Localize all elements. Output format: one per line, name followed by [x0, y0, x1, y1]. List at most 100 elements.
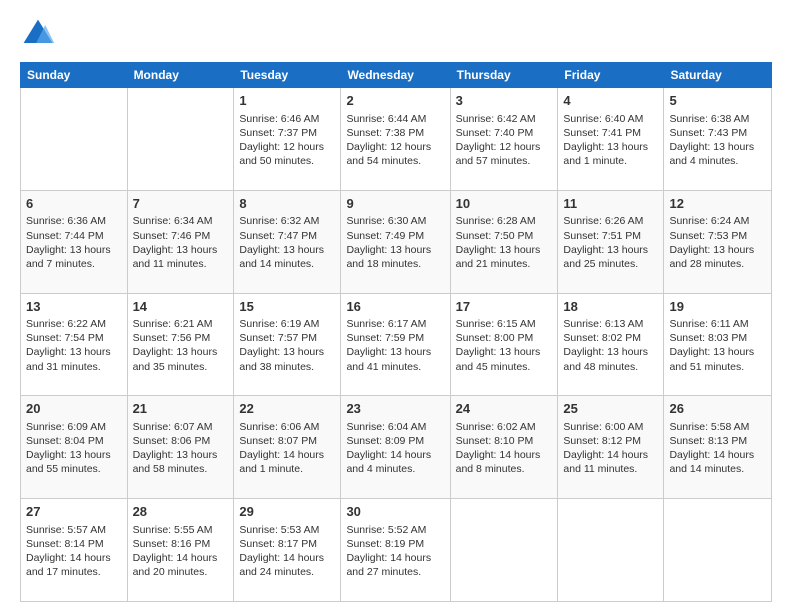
day-detail: Sunset: 7:41 PM: [563, 126, 658, 140]
calendar-cell: 23Sunrise: 6:04 AMSunset: 8:09 PMDayligh…: [341, 396, 450, 499]
day-detail: Sunrise: 5:52 AM: [346, 523, 444, 537]
day-detail: Sunset: 8:16 PM: [133, 537, 229, 551]
calendar-cell: 1Sunrise: 6:46 AMSunset: 7:37 PMDaylight…: [234, 88, 341, 191]
day-detail: Sunrise: 6:30 AM: [346, 214, 444, 228]
day-number: 19: [669, 298, 766, 316]
day-detail: Sunset: 7:40 PM: [456, 126, 553, 140]
day-detail: Sunrise: 6:06 AM: [239, 420, 335, 434]
day-number: 15: [239, 298, 335, 316]
day-detail: Sunrise: 6:32 AM: [239, 214, 335, 228]
day-number: 22: [239, 400, 335, 418]
day-detail: and 51 minutes.: [669, 360, 766, 374]
calendar-cell: 6Sunrise: 6:36 AMSunset: 7:44 PMDaylight…: [21, 190, 128, 293]
day-detail: and 41 minutes.: [346, 360, 444, 374]
day-detail: Daylight: 12 hours: [239, 140, 335, 154]
day-detail: Daylight: 13 hours: [26, 243, 122, 257]
day-detail: Sunrise: 6:02 AM: [456, 420, 553, 434]
calendar-body: 1Sunrise: 6:46 AMSunset: 7:37 PMDaylight…: [21, 88, 772, 602]
day-detail: Sunrise: 6:26 AM: [563, 214, 658, 228]
day-detail: and 4 minutes.: [346, 462, 444, 476]
calendar-cell: 11Sunrise: 6:26 AMSunset: 7:51 PMDayligh…: [558, 190, 664, 293]
day-detail: Sunrise: 6:42 AM: [456, 112, 553, 126]
day-number: 26: [669, 400, 766, 418]
calendar-cell: 13Sunrise: 6:22 AMSunset: 7:54 PMDayligh…: [21, 293, 128, 396]
day-number: 14: [133, 298, 229, 316]
calendar-cell: 15Sunrise: 6:19 AMSunset: 7:57 PMDayligh…: [234, 293, 341, 396]
day-detail: and 17 minutes.: [26, 565, 122, 579]
day-detail: and 57 minutes.: [456, 154, 553, 168]
day-detail: and 48 minutes.: [563, 360, 658, 374]
day-detail: and 45 minutes.: [456, 360, 553, 374]
header-row: SundayMondayTuesdayWednesdayThursdayFrid…: [21, 63, 772, 88]
calendar-cell: 16Sunrise: 6:17 AMSunset: 7:59 PMDayligh…: [341, 293, 450, 396]
day-detail: and 4 minutes.: [669, 154, 766, 168]
day-detail: Sunset: 8:03 PM: [669, 331, 766, 345]
calendar-cell: [127, 88, 234, 191]
day-detail: Daylight: 13 hours: [133, 448, 229, 462]
calendar-cell: 4Sunrise: 6:40 AMSunset: 7:41 PMDaylight…: [558, 88, 664, 191]
day-number: 8: [239, 195, 335, 213]
day-detail: Sunset: 7:47 PM: [239, 229, 335, 243]
day-number: 2: [346, 92, 444, 110]
day-number: 9: [346, 195, 444, 213]
calendar-cell: 21Sunrise: 6:07 AMSunset: 8:06 PMDayligh…: [127, 396, 234, 499]
day-number: 29: [239, 503, 335, 521]
day-detail: and 20 minutes.: [133, 565, 229, 579]
day-number: 28: [133, 503, 229, 521]
day-detail: Sunrise: 6:44 AM: [346, 112, 444, 126]
day-detail: Sunset: 7:46 PM: [133, 229, 229, 243]
day-detail: and 24 minutes.: [239, 565, 335, 579]
calendar-week-row: 13Sunrise: 6:22 AMSunset: 7:54 PMDayligh…: [21, 293, 772, 396]
day-detail: Sunset: 7:44 PM: [26, 229, 122, 243]
day-detail: Sunset: 8:10 PM: [456, 434, 553, 448]
day-detail: Sunrise: 6:15 AM: [456, 317, 553, 331]
day-detail: and 1 minute.: [239, 462, 335, 476]
day-number: 13: [26, 298, 122, 316]
day-detail: Daylight: 14 hours: [669, 448, 766, 462]
day-detail: Sunset: 8:06 PM: [133, 434, 229, 448]
calendar-cell: 7Sunrise: 6:34 AMSunset: 7:46 PMDaylight…: [127, 190, 234, 293]
weekday-header: Sunday: [21, 63, 128, 88]
day-number: 23: [346, 400, 444, 418]
day-number: 3: [456, 92, 553, 110]
calendar-cell: 2Sunrise: 6:44 AMSunset: 7:38 PMDaylight…: [341, 88, 450, 191]
day-detail: Daylight: 12 hours: [456, 140, 553, 154]
weekday-header: Saturday: [664, 63, 772, 88]
day-detail: Daylight: 13 hours: [563, 345, 658, 359]
day-detail: Daylight: 14 hours: [239, 551, 335, 565]
day-detail: Daylight: 14 hours: [563, 448, 658, 462]
day-detail: Daylight: 14 hours: [346, 448, 444, 462]
day-detail: Sunrise: 6:22 AM: [26, 317, 122, 331]
day-detail: and 18 minutes.: [346, 257, 444, 271]
weekday-header: Wednesday: [341, 63, 450, 88]
day-detail: Daylight: 12 hours: [346, 140, 444, 154]
calendar-cell: [558, 499, 664, 602]
day-detail: Sunset: 8:07 PM: [239, 434, 335, 448]
day-detail: and 31 minutes.: [26, 360, 122, 374]
day-detail: Sunrise: 6:38 AM: [669, 112, 766, 126]
day-detail: Sunrise: 6:40 AM: [563, 112, 658, 126]
day-detail: Daylight: 13 hours: [669, 243, 766, 257]
day-detail: Sunset: 7:53 PM: [669, 229, 766, 243]
day-detail: Daylight: 13 hours: [456, 243, 553, 257]
calendar-cell: 28Sunrise: 5:55 AMSunset: 8:16 PMDayligh…: [127, 499, 234, 602]
day-detail: Daylight: 13 hours: [133, 345, 229, 359]
calendar-cell: 22Sunrise: 6:06 AMSunset: 8:07 PMDayligh…: [234, 396, 341, 499]
day-detail: and 54 minutes.: [346, 154, 444, 168]
day-detail: Sunrise: 6:09 AM: [26, 420, 122, 434]
calendar-cell: 12Sunrise: 6:24 AMSunset: 7:53 PMDayligh…: [664, 190, 772, 293]
day-number: 17: [456, 298, 553, 316]
day-detail: Sunrise: 5:55 AM: [133, 523, 229, 537]
calendar-week-row: 1Sunrise: 6:46 AMSunset: 7:37 PMDaylight…: [21, 88, 772, 191]
calendar-cell: 24Sunrise: 6:02 AMSunset: 8:10 PMDayligh…: [450, 396, 558, 499]
header: [20, 16, 772, 52]
day-detail: Sunrise: 6:17 AM: [346, 317, 444, 331]
day-detail: Sunset: 7:57 PM: [239, 331, 335, 345]
day-detail: Sunrise: 6:36 AM: [26, 214, 122, 228]
day-detail: and 50 minutes.: [239, 154, 335, 168]
weekday-header: Thursday: [450, 63, 558, 88]
calendar-week-row: 27Sunrise: 5:57 AMSunset: 8:14 PMDayligh…: [21, 499, 772, 602]
day-detail: and 1 minute.: [563, 154, 658, 168]
day-detail: Daylight: 14 hours: [456, 448, 553, 462]
day-detail: and 8 minutes.: [456, 462, 553, 476]
